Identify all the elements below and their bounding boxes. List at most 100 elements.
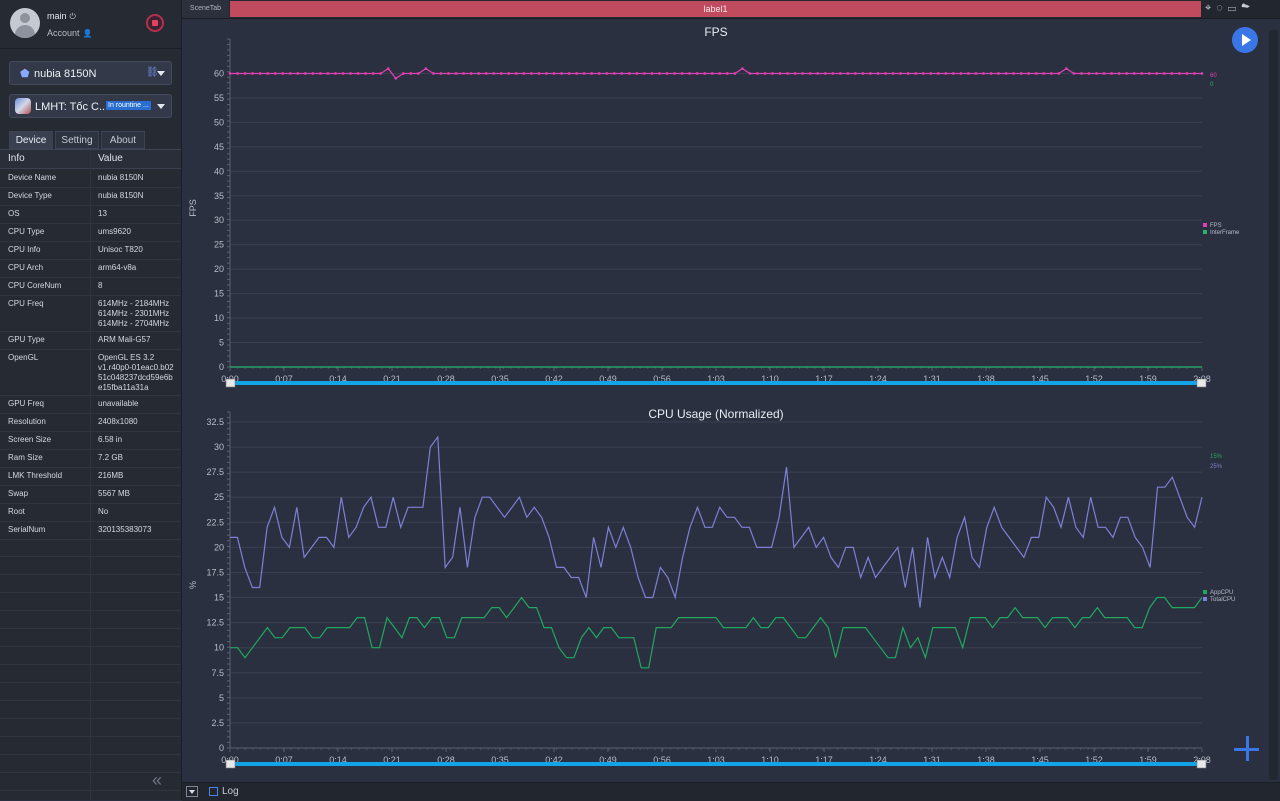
y-axis-label: % [188,581,198,589]
row-key: LMK Threshold [8,471,63,480]
log-checkbox[interactable] [209,787,218,796]
plus-icon[interactable] [1232,733,1262,763]
y-tick-label: 5 [219,338,224,348]
data-point [582,72,586,75]
data-point [432,72,435,75]
range-handle-right[interactable] [1196,759,1207,769]
data-point [1034,72,1038,75]
row-value: 614MHz - 2184MHz 614MHz - 2301MHz 614MHz… [98,299,170,328]
table-row[interactable]: GPU Freq unavailable [0,395,181,414]
bulb-icon[interactable]: ◌ [1216,2,1228,14]
data-point [311,72,315,75]
empty-row [0,557,181,575]
table-row[interactable]: OpenGL OpenGL ES 3.2 v1.r40p0-01eac0.b02 … [0,349,181,396]
data-point [756,72,759,75]
collapse-icon[interactable]: « [152,770,162,791]
table-row[interactable]: Swap 5567 MB [0,485,181,504]
legend-label: TotalCPU [1210,597,1235,603]
account-row[interactable]: Account 👤 [47,28,93,38]
android-icon: ⬟ [20,68,30,80]
chevron-down-icon[interactable] [157,71,165,76]
device-name: nubia 8150N [34,68,97,80]
tab-label1[interactable]: label1 [230,1,1201,17]
data-point [929,72,933,75]
table-row[interactable]: Resolution 2408x1080 [0,413,181,432]
data-point [1102,72,1106,75]
tab-about[interactable]: About [101,131,145,149]
table-row[interactable]: OS 13 [0,205,181,224]
folder-icon[interactable]: ▭ [1228,2,1241,14]
data-point [831,72,835,75]
range-handle-left[interactable] [225,378,236,388]
data-point [1050,72,1053,75]
data-point [371,72,375,75]
y-tick-label: 55 [214,93,224,103]
y-tick-label: 20 [214,542,224,552]
row-value: 5567 MB [98,489,131,498]
series-line-FPS [230,67,1202,80]
data-point [884,72,887,75]
stop-icon[interactable] [146,14,164,32]
tab-device[interactable]: Device [9,131,53,149]
y-tick-label: 2.5 [211,718,224,728]
range-slider-track[interactable] [230,381,1202,385]
data-point [733,72,737,75]
table-row[interactable]: SerialNum 320135383073 [0,521,181,540]
table-row[interactable]: Screen Size 6.58 in [0,431,181,450]
data-point [1019,72,1023,75]
table-row[interactable]: Device Type nubia 8150N [0,187,181,206]
row-key: Resolution [8,417,46,426]
data-point [1193,72,1196,75]
table-row[interactable]: Ram Size 7.2 GB [0,449,181,468]
data-point [1170,72,1174,75]
empty-row [0,611,181,629]
power-icon[interactable]: ⏻ [70,12,76,21]
table-row[interactable]: CPU Arch arm64-v8a [0,259,181,278]
user-icon[interactable] [10,8,40,38]
data-point [454,72,458,75]
row-key: Screen Size [8,435,52,444]
y-tick-label: 5 [219,693,224,703]
row-value: unavailable [98,399,139,408]
empty-row [0,737,181,755]
range-handle-right[interactable] [1196,378,1207,388]
data-point [1110,72,1113,75]
row-key: CPU Arch [8,263,44,272]
device-select[interactable]: ⬟ nubia 8150N ⛓ [9,61,172,85]
row-key: Swap [8,489,29,498]
row-key: CPU Info [8,245,41,254]
tab-setting[interactable]: Setting [55,131,99,149]
app-select[interactable]: LMHT: Tốc C... In rountine ... [9,94,172,118]
legend-label: AppCPU [1210,590,1233,596]
current-value-label: 25% [1210,464,1223,470]
cloud-icon[interactable]: ☁ [1241,2,1255,14]
data-point [665,72,669,75]
data-point [243,72,247,75]
table-row[interactable]: LMK Threshold 216MB [0,467,181,486]
table-row[interactable]: Root No [0,503,181,522]
chevron-down-icon[interactable] [157,104,165,109]
table-row[interactable]: GPU Type ARM Mali-G57 [0,331,181,350]
legend-swatch [1203,223,1207,227]
data-point [364,72,367,75]
vertical-scrollbar[interactable] [1269,30,1278,780]
data-point [522,72,526,75]
user-name-row[interactable]: main ⏻ [47,11,76,22]
bottom-dropdown[interactable] [186,786,198,797]
table-row[interactable]: CPU CoreNum 8 [0,277,181,296]
tab-scene[interactable]: SceneTab [182,0,229,18]
data-point [251,72,254,75]
table-row[interactable]: CPU Freq 614MHz - 2184MHz 614MHz - 2301MH… [0,295,181,332]
data-point [349,72,352,75]
data-point [334,72,337,75]
range-slider-track[interactable] [230,762,1202,766]
data-point [394,77,398,80]
table-row[interactable]: Device Name nubia 8150N [0,169,181,188]
table-row[interactable]: CPU Info Unisoc T820 [0,241,181,260]
data-point [771,72,774,75]
play-icon[interactable] [1232,27,1258,53]
range-handle-left[interactable] [225,759,236,769]
location-icon[interactable]: ⌖ [1205,2,1216,14]
y-tick-label: 30 [214,442,224,452]
table-row[interactable]: CPU Type ums9620 [0,223,181,242]
